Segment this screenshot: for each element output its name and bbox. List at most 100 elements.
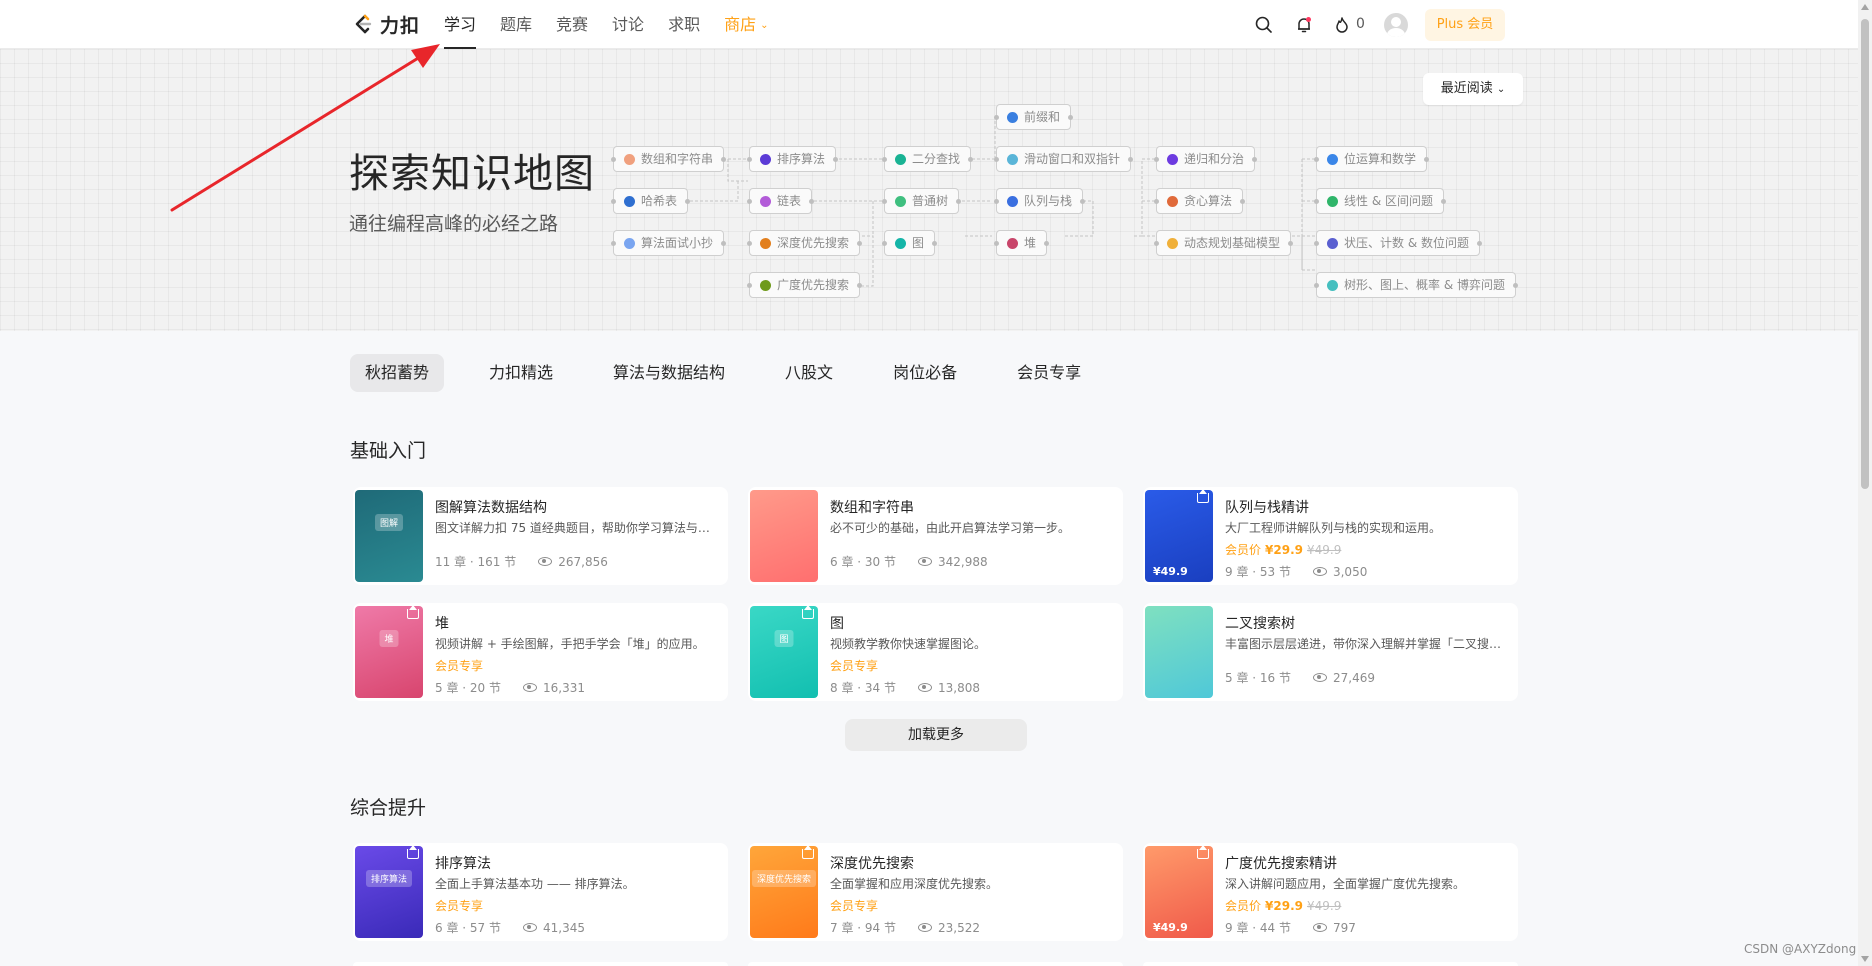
scroll-up-arrow-icon[interactable] xyxy=(1861,4,1869,10)
hero-subtitle: 通往编程高峰的必经之路 xyxy=(349,213,559,235)
nav-problemset[interactable]: 题库 xyxy=(500,0,532,49)
map-node[interactable]: 链表 xyxy=(746,188,815,214)
search-icon[interactable] xyxy=(1253,14,1275,36)
nav-discuss[interactable]: 讨论 xyxy=(612,0,644,49)
course-card[interactable]: 数组和字符串 必不可少的基础，由此开启算法学习第一步。 6 章 · 30 节 342,… xyxy=(748,487,1123,585)
badge-label: 会员专享 xyxy=(830,659,879,673)
course-cover-image xyxy=(750,490,818,582)
course-card[interactable]: ¥49.9 广度优先搜索精讲 深入讲解问题应用，全面掌握广度优先搜索。 会员价 ¥29.… xyxy=(1143,843,1518,941)
map-node[interactable]: 排序算法 xyxy=(746,146,839,172)
nav-contest[interactable]: 竞赛 xyxy=(556,0,588,49)
map-node[interactable]: 普通树 xyxy=(881,188,962,214)
map-node[interactable]: 哈希表 xyxy=(610,188,691,214)
map-node[interactable]: 队列与栈 xyxy=(993,188,1086,214)
cover-caption: 深度优先搜索 xyxy=(751,870,817,887)
nav-jobs[interactable]: 求职 xyxy=(668,0,700,49)
recent-reading-button[interactable]: 最近阅读 ⌄ xyxy=(1423,73,1523,105)
view-count: 797 xyxy=(1332,920,1356,935)
map-node[interactable]: 深度优先搜索 xyxy=(746,230,863,256)
cover-caption: 堆 xyxy=(379,630,399,647)
knowledge-map-hero: 探索知识地图 通往编程高峰的必经之路 最近阅读 ⌄ 数组和字符串 哈希表 算法面… xyxy=(0,49,1858,331)
map-node[interactable]: 堆 xyxy=(993,230,1050,256)
course-cover-image: 图 xyxy=(750,606,818,698)
course-card[interactable]: 图图视频教学教你快速掌握图论。 会员专享 8 章 · 34 节 13,808 xyxy=(748,603,1123,701)
badge-label: 会员专享 xyxy=(435,659,484,673)
node-label: 位运算和数学 xyxy=(1344,152,1417,166)
fire-icon[interactable] xyxy=(1331,14,1353,36)
course-card[interactable]: 排序算法 排序算法 全面上手算法基本功 —— 排序算法。 会员专享 6 章 · 57 节… xyxy=(353,843,728,941)
node-label: 二分查找 xyxy=(912,152,961,166)
course-title: 深度优先搜索 xyxy=(830,856,914,872)
crown-icon xyxy=(1197,846,1209,859)
course-card[interactable]: ¥49.9 队列与栈精讲 大厂工程师讲解队列与栈的实现和运用。 会员价 ¥29.9 ¥49… xyxy=(1143,487,1518,585)
chapter-count: 9 章 · 44 节 xyxy=(1225,921,1291,935)
page-scrollbar[interactable] xyxy=(1858,0,1872,966)
cover-caption: 排序算法 xyxy=(365,870,413,887)
node-label: 图 xyxy=(912,236,925,250)
cover-price: ¥49.9 xyxy=(1153,565,1188,578)
top-navbar: 力扣 学习 题库 竞赛 讨论 求职 商店 ⌄ 0 Plus 会员 xyxy=(0,0,1858,49)
eye-icon xyxy=(1312,567,1327,576)
tab-algorithms[interactable]: 算法与数据结构 xyxy=(598,354,740,392)
tab-interview-basics[interactable]: 八股文 xyxy=(770,354,848,392)
map-node[interactable]: 广度优先搜索 xyxy=(746,272,863,298)
map-node[interactable]: 动态规划基础模型 xyxy=(1153,230,1294,256)
card-peek xyxy=(353,962,728,966)
tab-member-exclusive[interactable]: 会员专享 xyxy=(1002,354,1096,392)
course-title: 数组和字符串 xyxy=(830,500,914,516)
course-title: 堆 xyxy=(435,616,449,632)
course-description: 大厂工程师讲解队列与栈的实现和运用。 xyxy=(1225,521,1442,535)
map-node[interactable]: 线性 & 区间问题 xyxy=(1314,188,1446,214)
category-tabs: 秋招蓄势 力扣精选 算法与数据结构 八股文 岗位必备 会员专享 xyxy=(350,354,1118,392)
node-label: 算法面试小抄 xyxy=(641,236,714,250)
chevron-down-icon: ⌄ xyxy=(760,20,769,31)
map-node[interactable]: 贪心算法 xyxy=(1153,188,1246,214)
scroll-down-arrow-icon[interactable] xyxy=(1861,956,1869,962)
course-description: 深入讲解问题应用，全面掌握广度优先搜索。 xyxy=(1225,877,1466,891)
course-card[interactable]: 图解 图解算法数据结构 图文详解力扣 75 道经典题目，帮助你学习算法与数据结构 11… xyxy=(353,487,728,585)
crown-icon xyxy=(407,846,419,859)
map-node[interactable]: 二分查找 xyxy=(881,146,974,172)
nav-store[interactable]: 商店 ⌄ xyxy=(724,0,768,49)
map-node[interactable]: 算法面试小抄 xyxy=(610,230,727,256)
view-count: 41,345 xyxy=(542,920,585,935)
course-meta: 6 章 · 57 节 41,345 xyxy=(435,919,585,936)
original-price: ¥49.9 xyxy=(1306,899,1342,913)
tab-job-essentials[interactable]: 岗位必备 xyxy=(878,354,972,392)
map-node[interactable]: 图 xyxy=(881,230,938,256)
nav-learn[interactable]: 学习 xyxy=(444,0,477,49)
eye-icon xyxy=(522,683,537,692)
tab-leetcode-selected[interactable]: 力扣精选 xyxy=(474,354,568,392)
view-count: 27,469 xyxy=(1332,670,1375,685)
course-card[interactable]: 堆堆视频讲解 + 手绘图解，手把手学会「堆」的应用。 会员专享 5 章 · 20 节… xyxy=(353,603,728,701)
course-card[interactable]: 二叉搜索树 丰富图示层层递进，带你深入理解并掌握「二叉搜索树」 5 章 · 16 节… xyxy=(1143,603,1518,701)
tab-autumn-recruit[interactable]: 秋招蓄势 xyxy=(350,354,445,392)
node-dot xyxy=(1327,153,1338,165)
course-meta: 9 章 · 53 节 3,050 xyxy=(1225,563,1367,580)
course-description: 全面上手算法基本功 —— 排序算法。 xyxy=(435,877,635,891)
bell-icon[interactable] xyxy=(1293,14,1315,36)
plus-membership-button[interactable]: Plus 会员 xyxy=(1425,9,1505,41)
map-node[interactable]: 树形、图上、概率 & 博弈问题 xyxy=(1314,272,1518,298)
map-node[interactable]: 位运算和数学 xyxy=(1313,146,1430,172)
node-label: 数组和字符串 xyxy=(641,152,714,166)
course-cover-image: ¥49.9 xyxy=(1145,490,1213,582)
course-cover-image xyxy=(1145,606,1213,698)
node-label: 贪心算法 xyxy=(1184,194,1233,208)
map-node[interactable]: 滑动窗口和双指针 xyxy=(993,146,1134,172)
nav-store-label: 商店 xyxy=(724,15,757,34)
map-node[interactable]: 状压、计数 & 数位问题 xyxy=(1314,230,1482,256)
node-dot xyxy=(1327,279,1338,291)
main-nav: 学习 题库 竞赛 讨论 求职 商店 ⌄ xyxy=(444,0,792,49)
scroll-thumb[interactable] xyxy=(1861,19,1869,489)
leetcode-logo[interactable]: 力扣 xyxy=(352,11,420,37)
map-node[interactable]: 前缀和 xyxy=(993,104,1074,130)
node-dot xyxy=(1167,195,1178,207)
load-more-button[interactable]: 加载更多 xyxy=(845,719,1027,751)
crown-icon xyxy=(1197,490,1209,503)
map-node[interactable]: 递归和分治 xyxy=(1153,146,1258,172)
avatar[interactable] xyxy=(1384,13,1408,37)
course-card[interactable]: 深度优先搜索 深度优先搜索 全面掌握和应用深度优先搜索。 会员专享 7 章 · 94 节… xyxy=(748,843,1123,941)
map-node[interactable]: 数组和字符串 xyxy=(610,146,727,172)
course-title: 图 xyxy=(830,616,844,632)
